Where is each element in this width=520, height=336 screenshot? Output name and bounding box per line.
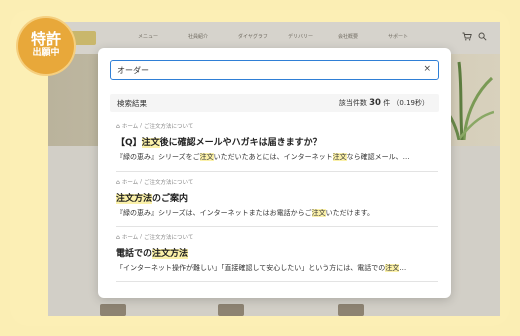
highlighted-term: 注文 [332, 153, 347, 161]
breadcrumb: ⌂ ホーム / ご注文方法について [116, 178, 441, 187]
result-snippet: 「インターネット操作が難しい」「直接確認して安心したい」という方には、電話での注… [116, 263, 441, 273]
title-text: 電話での [116, 249, 153, 259]
breadcrumb-separator: / [140, 179, 143, 185]
highlighted-term: 注文 [311, 209, 326, 217]
breadcrumb: ⌂ ホーム / ご注文方法について [116, 122, 441, 131]
snippet-text: なら確認メール、… [346, 153, 410, 161]
home-icon: ⌂ [116, 233, 120, 241]
result-title[interactable]: 電話での注文方法 [116, 246, 441, 259]
site-nav: メニュー 社員紹介 ダイヤグラフ デリバリー 会社概要 サポート [138, 33, 438, 40]
search-result[interactable]: ⌂ ホーム / ご注文方法について 注文方法のご案内 『緑の恵み』シリーズは、インターネッ… [116, 178, 441, 218]
badge-title: 特許 [30, 30, 61, 48]
nav-item[interactable]: 会社概要 [338, 33, 388, 40]
count-value: 30 [369, 98, 381, 108]
title-text: のご案内 [152, 194, 189, 204]
cart-icon[interactable] [462, 32, 472, 44]
snippet-text: 「インターネット操作が難しい」「直接確認して安心したい」という方には、電話での [116, 264, 386, 272]
breadcrumb-item: ホーム [121, 124, 139, 130]
search-result[interactable]: ⌂ ホーム / ご注文方法について 【Q】注文後に確認メールやハガキは届きますか？ 『緑の… [116, 122, 441, 162]
search-result[interactable]: ⌂ ホーム / ご注文方法について 電話での注文方法 「インターネット操作が難しい」「直接… [116, 233, 441, 273]
snippet-text: いただいたあとには、インターネット [213, 153, 333, 161]
title-text: 後に確認メールやハガキは届きますか？ [159, 138, 322, 148]
patent-pending-badge: 特許 出願中 [18, 18, 74, 74]
breadcrumb-separator: / [140, 123, 143, 129]
product-thumbnail [338, 304, 364, 316]
nav-item[interactable]: 社員紹介 [188, 33, 238, 40]
snippet-text: いただけます。 [325, 209, 374, 217]
count-suffix: 件 （0.19秒） [383, 99, 429, 107]
close-icon[interactable]: × [423, 64, 431, 74]
count-prefix: 該当件数 [338, 99, 367, 107]
search-query: オーダー [117, 66, 149, 75]
search-overlay: オーダー × 検索結果 該当件数 30 件 （0.19秒） ⌂ ホーム / ご注文方法… [98, 48, 451, 298]
nav-item[interactable]: サポート [388, 33, 438, 40]
results-header: 検索結果 該当件数 30 件 （0.19秒） [110, 94, 439, 112]
breadcrumb-item: ホーム [121, 180, 139, 186]
nav-item[interactable]: ダイヤグラフ [238, 33, 288, 40]
highlighted-term: 注文方法 [152, 249, 189, 259]
result-snippet: 『緑の恵み』シリーズをご注文いただいたあとには、インターネット注文なら確認メール… [116, 152, 441, 162]
product-thumbnail [218, 304, 244, 316]
highlighted-term: 注文方法 [116, 194, 153, 204]
home-icon: ⌂ [116, 122, 120, 130]
product-thumbnail [100, 304, 126, 316]
breadcrumb-separator: / [140, 234, 143, 240]
search-input[interactable]: オーダー × [110, 60, 439, 80]
breadcrumb-item: ご注文方法について [144, 235, 194, 241]
results-count: 該当件数 30 件 （0.19秒） [339, 98, 429, 108]
breadcrumb: ⌂ ホーム / ご注文方法について [116, 233, 441, 242]
badge-subtitle: 出願中 [32, 48, 60, 58]
breadcrumb-item: ホーム [121, 235, 139, 241]
results-title: 検索結果 [117, 99, 147, 108]
breadcrumb-item: ご注文方法について [144, 180, 194, 186]
result-title[interactable]: 【Q】注文後に確認メールやハガキは届きますか？ [116, 135, 441, 148]
home-icon: ⌂ [116, 178, 120, 186]
title-text: 【Q】 [116, 138, 142, 148]
nav-item[interactable]: デリバリー [288, 33, 338, 40]
highlighted-term: 注文 [199, 153, 214, 161]
divider [116, 226, 438, 227]
snippet-text: 『緑の恵み』シリーズは、インターネットまたはお電話からご [116, 209, 312, 217]
divider [116, 171, 438, 172]
divider [116, 281, 438, 282]
nav-item[interactable]: メニュー [138, 33, 188, 40]
search-icon[interactable] [478, 32, 487, 44]
breadcrumb-item: ご注文方法について [144, 124, 194, 130]
snippet-text: … [399, 264, 407, 272]
highlighted-term: 注文 [385, 264, 400, 272]
highlighted-term: 注文 [141, 138, 160, 148]
result-snippet: 『緑の恵み』シリーズは、インターネットまたはお電話からご注文いただけます。 [116, 208, 441, 218]
snippet-text: 『緑の恵み』シリーズをご [116, 153, 200, 161]
result-title[interactable]: 注文方法のご案内 [116, 191, 441, 204]
